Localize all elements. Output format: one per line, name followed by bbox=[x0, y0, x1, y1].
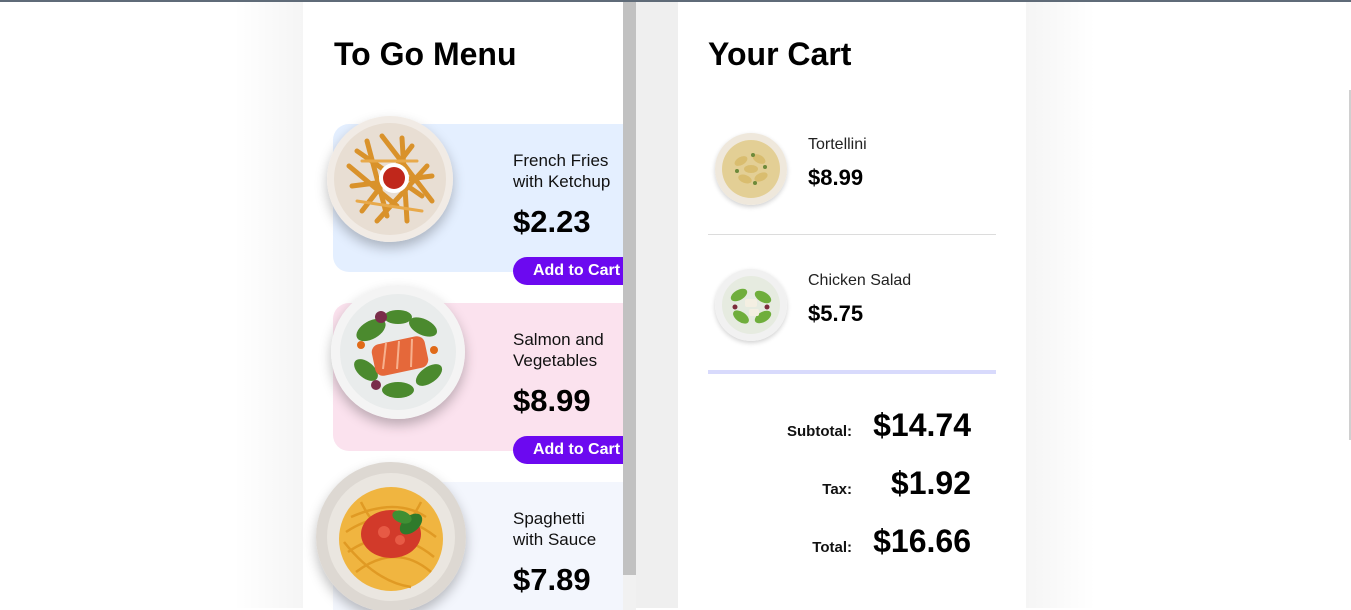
menu-scrollbar-thumb[interactable] bbox=[623, 2, 636, 575]
cart-item-name: Chicken Salad bbox=[808, 272, 912, 289]
cart-item-price: $5.75 bbox=[808, 301, 864, 326]
menu-item-salmon: Salmon and Vegetables $8.99 Add to Cart bbox=[331, 285, 623, 464]
cart-item-chicken-salad: Chicken Salad $5.75 bbox=[708, 250, 996, 370]
total-label: Total: bbox=[812, 539, 852, 556]
subtotal-label: Subtotal: bbox=[787, 423, 852, 440]
menu-item-price: $8.99 bbox=[513, 383, 591, 418]
menu-item-spaghetti: Spaghetti with Sauce $7.89 bbox=[316, 462, 623, 610]
menu-item-french-fries: French Fries with Ketchup $2.23 Add to C… bbox=[327, 116, 623, 285]
menu-item-name: French Fries with Ketchup bbox=[513, 151, 611, 191]
page-shadow-right bbox=[1026, 2, 1096, 608]
cart-panel: Your Cart Tortellini $8.99 Chicken Salad… bbox=[678, 2, 1026, 610]
cart-item-price: $8.99 bbox=[808, 165, 864, 190]
french-fries-plate-image bbox=[327, 116, 453, 242]
cart-title: Your Cart bbox=[708, 36, 852, 72]
page-shadow-left bbox=[233, 2, 303, 608]
menu-item-name: Salmon and Vegetables bbox=[513, 330, 604, 370]
subtotal-row: Subtotal: $14.74 bbox=[678, 404, 1026, 444]
cart-item-name: Tortellini bbox=[808, 136, 867, 153]
menu-item-price: $2.23 bbox=[513, 204, 591, 239]
subtotal-value: $14.74 bbox=[873, 407, 971, 443]
spaghetti-plate-image bbox=[316, 462, 466, 610]
tax-value: $1.92 bbox=[890, 465, 971, 501]
tortellini-plate-image bbox=[715, 133, 787, 205]
tax-label: Tax: bbox=[822, 481, 852, 498]
menu-item-price: $7.89 bbox=[513, 562, 591, 597]
tax-row: Tax: $1.92 bbox=[678, 462, 1026, 502]
add-to-cart-button[interactable]: Add to Cart bbox=[513, 436, 623, 464]
cart-item-divider bbox=[708, 234, 996, 235]
chicken-salad-plate-image bbox=[715, 269, 787, 341]
cart-totals-divider bbox=[708, 370, 996, 374]
menu-item-name: Spaghetti with Sauce bbox=[513, 509, 597, 549]
total-value: $16.66 bbox=[873, 523, 971, 559]
panel-gap bbox=[636, 2, 678, 608]
total-row: Total: $16.66 bbox=[678, 520, 1026, 560]
menu-title: To Go Menu bbox=[334, 36, 517, 72]
menu-panel: To Go Menu French Fries with Ketchup $2.… bbox=[303, 2, 623, 610]
add-to-cart-button[interactable]: Add to Cart bbox=[513, 257, 623, 285]
salmon-salad-plate-image bbox=[331, 285, 465, 419]
cart-item-tortellini: Tortellini $8.99 bbox=[708, 114, 996, 234]
